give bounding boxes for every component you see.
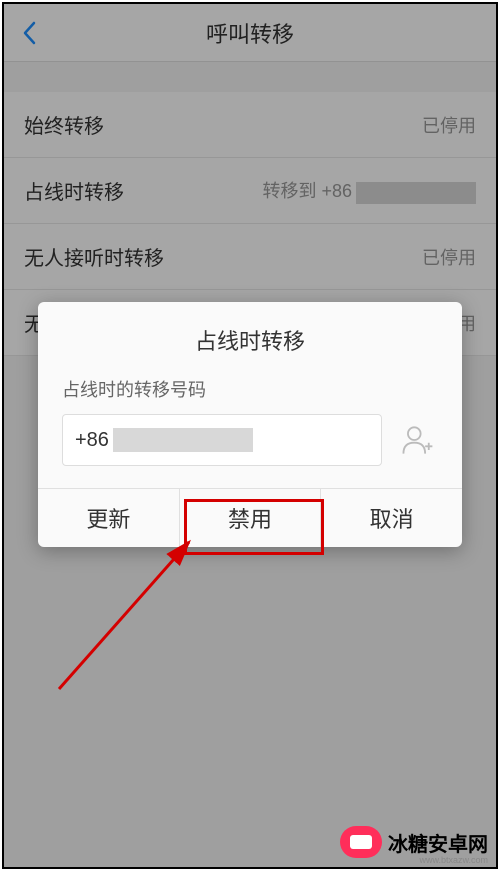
add-contact-icon[interactable]: [396, 419, 438, 461]
watermark-url: www.btxazw.com: [419, 855, 488, 865]
button-label: 取消: [370, 502, 414, 534]
watermark: 冰糖安卓网 www.btxazw.com: [256, 817, 496, 867]
redacted-number: [113, 428, 253, 452]
phone-input-row: +86: [38, 414, 462, 488]
cancel-button[interactable]: 取消: [321, 489, 462, 547]
watermark-text: 冰糖安卓网: [388, 828, 488, 857]
disable-button[interactable]: 禁用: [180, 489, 322, 547]
update-button[interactable]: 更新: [38, 489, 180, 547]
dialog-field-label: 占线时的转移号码: [38, 370, 462, 414]
phone-input[interactable]: +86: [62, 414, 382, 466]
dialog-button-row: 更新 禁用 取消: [38, 488, 462, 547]
phone-prefix: +86: [75, 429, 109, 452]
busy-forward-dialog: 占线时转移 占线时的转移号码 +86 更新 禁用 取: [38, 302, 462, 547]
phone-screen: 呼叫转移 始终转移 已停用 占线时转移 转移到 +86 无人接听时转移 已停用 …: [2, 2, 498, 869]
button-label: 更新: [86, 502, 130, 534]
button-label: 禁用: [228, 502, 272, 534]
dialog-title: 占线时转移: [38, 302, 462, 370]
watermark-icon: [340, 826, 382, 858]
